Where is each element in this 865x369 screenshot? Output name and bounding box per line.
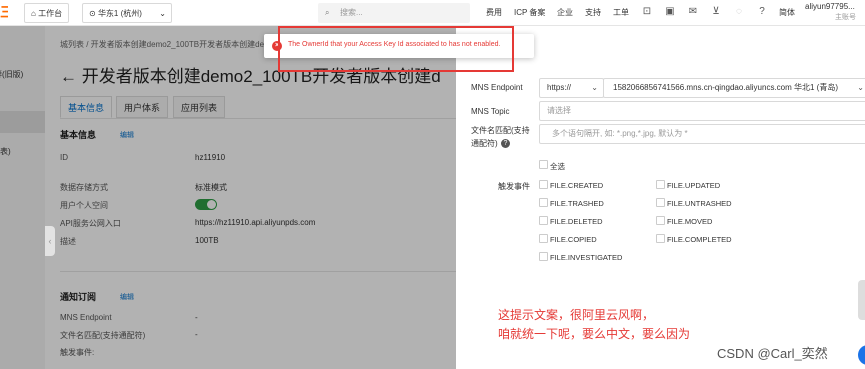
chevron-down-icon: ⌄ (857, 83, 864, 92)
select-all-label: 全选 (550, 162, 565, 171)
help-icon[interactable]: ? (756, 6, 768, 18)
event-checkbox-updated[interactable] (656, 180, 665, 189)
search-icon: ⌕ (325, 8, 330, 17)
language-switch[interactable]: 简体 (779, 3, 795, 23)
event-label-copied: FILE.COPIED (550, 235, 597, 244)
annotation-line-2: 咱就统一下呢，要么中文，要么因为 (498, 327, 691, 341)
topic-placeholder: 请选择 (547, 106, 571, 115)
search-placeholder: 搜索... (340, 8, 363, 17)
terminal-icon[interactable]: ⊡ (641, 6, 653, 18)
chevron-down-icon: ⌄ (591, 83, 598, 92)
nav-link-enterprise[interactable]: 企业 (557, 3, 573, 23)
chevron-down-icon: ⌄ (159, 9, 166, 18)
event-label-trashed: FILE.TRASHED (550, 199, 604, 208)
region-selector[interactable]: ⊙ 华东1 (杭州) ⌄ (82, 3, 172, 23)
pattern-input[interactable]: 多个语句隔开, 如: *.png,*.jpg, 默认为 * (539, 124, 865, 144)
domain-detail-page: 群(旧版) 表) 城列表 / 开发者版本创建demo2_100TB开发者版本创建… (0, 26, 456, 369)
label-mns-endpoint: MNS Endpoint (471, 83, 523, 92)
event-label-updated: FILE.UPDATED (667, 181, 721, 190)
modal-mask[interactable] (0, 26, 456, 369)
side-tool-tab[interactable] (858, 280, 865, 320)
annotation-text: 这提示文案，很阿里云风啊， 咱就统一下呢，要么中文，要么因为 (498, 306, 690, 344)
workbench-button[interactable]: ⌂ 工作台 (24, 3, 70, 23)
cart-icon[interactable]: ⊻ (710, 6, 722, 18)
search-input[interactable]: ⌕ 搜索... (318, 3, 470, 23)
aliyun-logo[interactable]: 三 (0, 4, 8, 20)
protocol-value: https:// (547, 83, 572, 92)
help-icon[interactable]: ? (501, 139, 510, 148)
select-all-checkbox[interactable] (539, 160, 548, 169)
account-type: 主账号 (835, 14, 856, 21)
event-label-deleted: FILE.DELETED (550, 217, 603, 226)
event-checkbox-trashed[interactable] (539, 198, 548, 207)
event-label-untrashed: FILE.UNTRASHED (667, 199, 732, 208)
event-label-investigated: FILE.INVESTIGATED (550, 253, 623, 262)
notify-settings-drawer: MNS Endpoint https:// ⌄ 1582066856741566… (456, 26, 865, 369)
event-label-moved: FILE.MOVED (667, 217, 713, 226)
nav-link-icp[interactable]: ICP 备案 (514, 3, 545, 23)
location-icon: ⊙ (89, 9, 96, 18)
message-icon[interactable]: ✉ (687, 6, 699, 18)
label-pattern-line1: 文件名匹配(支持 (471, 126, 530, 135)
endpoint-select[interactable]: 1582066856741566.mns.cn-qingdao.aliyuncs… (603, 78, 865, 98)
protocol-select[interactable]: https:// ⌄ (539, 78, 604, 98)
bulb-icon[interactable]: ◌ (733, 6, 745, 18)
collapse-handle[interactable]: ‹ (45, 226, 55, 256)
label-pattern-line2: 通配符) (471, 139, 498, 148)
region-label: 华东1 (杭州) (97, 9, 142, 18)
nav-link-ticket[interactable]: 工单 (613, 3, 629, 23)
nav-link-billing[interactable]: 费用 (486, 3, 502, 23)
event-checkbox-untrashed[interactable] (656, 198, 665, 207)
event-checkbox-investigated[interactable] (539, 252, 548, 261)
watermark: CSDN @Carl_奕然 (717, 346, 828, 361)
nav-link-support[interactable]: 支持 (585, 3, 601, 23)
event-checkbox-copied[interactable] (539, 234, 548, 243)
label-events: 触发事件 (498, 182, 530, 191)
event-checkbox-moved[interactable] (656, 216, 665, 225)
annotation-line-1: 这提示文案，很阿里云风啊， (498, 308, 655, 322)
workbench-label: 工作台 (38, 9, 63, 18)
event-checkbox-deleted[interactable] (539, 216, 548, 225)
annotation-highlight-box (278, 26, 514, 72)
label-mns-topic: MNS Topic (471, 107, 510, 116)
event-label-completed: FILE.COMPLETED (667, 235, 732, 244)
topic-select[interactable]: 请选择 (539, 101, 865, 121)
endpoint-value: 1582066856741566.mns.cn-qingdao.aliyuncs… (613, 83, 839, 92)
event-checkbox-completed[interactable] (656, 234, 665, 243)
top-nav-bar: 三 ⌂ 工作台 ⊙ 华东1 (杭州) ⌄ ⌕ 搜索... 费用 ICP 备案 企… (0, 0, 865, 26)
event-label-created: FILE.CREATED (550, 181, 604, 190)
home-icon: ⌂ (31, 9, 36, 18)
image-icon[interactable]: ▣ (664, 6, 676, 18)
event-checkbox-created[interactable] (539, 180, 548, 189)
